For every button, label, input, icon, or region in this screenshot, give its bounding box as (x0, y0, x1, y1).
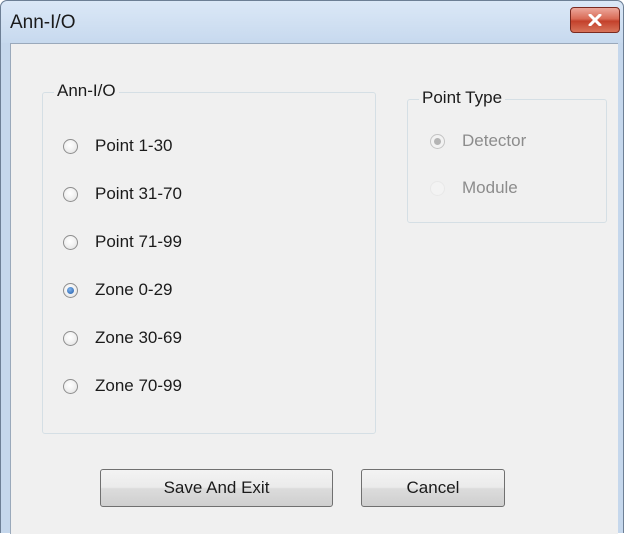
radio-button[interactable] (63, 234, 78, 250)
radio-button[interactable] (63, 378, 78, 394)
dialog-window: Ann-I/O Ann-I/O Point 1-30 Point 31-70 P… (0, 0, 624, 534)
title-bar[interactable]: Ann-I/O (1, 1, 623, 43)
radio-zone-30-69[interactable]: Zone 30-69 (63, 325, 182, 351)
radio-point-31-70[interactable]: Point 31-70 (63, 181, 182, 207)
radio-label: Zone 0-29 (95, 280, 173, 299)
dialog-client-area: Ann-I/O Point 1-30 Point 31-70 Point 71-… (10, 43, 618, 534)
radio-button[interactable] (63, 330, 78, 346)
point-type-groupbox: Point Type Detector Module (407, 88, 607, 223)
save-and-exit-button[interactable]: Save And Exit (100, 469, 333, 507)
radio-button-selected-disabled[interactable] (430, 133, 445, 149)
close-icon (588, 14, 602, 26)
radio-zone-70-99[interactable]: Zone 70-99 (63, 373, 182, 399)
radio-label: Zone 30-69 (95, 328, 182, 347)
radio-button-disabled[interactable] (430, 180, 445, 196)
ann-io-group-legend: Ann-I/O (54, 81, 119, 101)
point-type-group-legend: Point Type (419, 88, 506, 108)
radio-point-71-99[interactable]: Point 71-99 (63, 229, 182, 255)
radio-point-1-30[interactable]: Point 1-30 (63, 133, 173, 159)
radio-button[interactable] (63, 138, 78, 154)
radio-zone-0-29[interactable]: Zone 0-29 (63, 277, 173, 303)
radio-detector[interactable]: Detector (430, 128, 526, 154)
cancel-button[interactable]: Cancel (361, 469, 505, 507)
radio-label: Module (462, 178, 518, 197)
radio-label: Zone 70-99 (95, 376, 182, 395)
radio-button[interactable] (63, 186, 78, 202)
radio-label: Detector (462, 131, 527, 150)
radio-button-selected[interactable] (63, 282, 78, 298)
radio-label: Point 31-70 (95, 184, 182, 203)
radio-label: Point 1-30 (95, 136, 173, 155)
radio-label: Point 71-99 (95, 232, 182, 251)
ann-io-groupbox: Ann-I/O Point 1-30 Point 31-70 Point 71-… (42, 81, 376, 434)
window-title: Ann-I/O (10, 12, 76, 33)
radio-module[interactable]: Module (430, 175, 518, 201)
close-button[interactable] (570, 7, 620, 33)
